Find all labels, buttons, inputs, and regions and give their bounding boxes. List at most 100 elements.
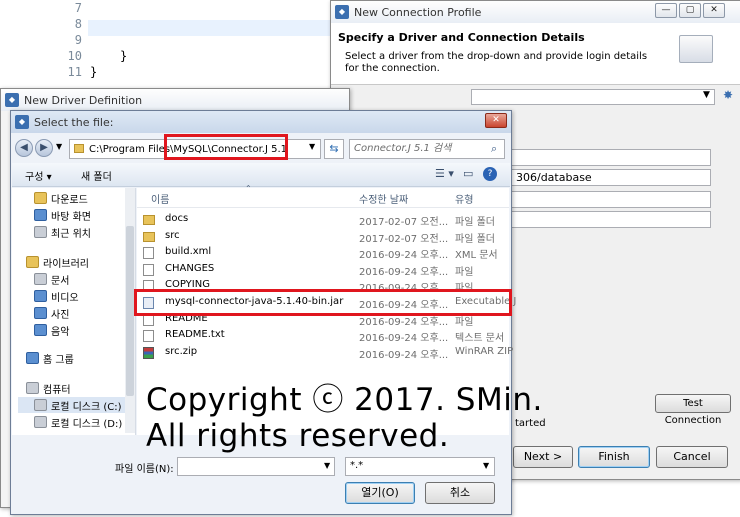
fold-icon bbox=[26, 256, 39, 268]
refresh-button[interactable]: ⇆ bbox=[324, 139, 344, 159]
file-row[interactable]: src.zip 2016-09-24 오후... WinRAR ZIP bbox=[137, 344, 513, 361]
dialog-description: Select a driver from the drop-down and p… bbox=[345, 51, 648, 74]
sort-chevron-icon: ⌃ bbox=[245, 184, 252, 193]
sidebar-item-label: 다운로드 bbox=[51, 194, 88, 206]
window-title: New Driver Definition bbox=[24, 93, 143, 107]
file-type: 파일 폴더 bbox=[455, 217, 495, 228]
sidebar-item[interactable]: 음악 bbox=[34, 322, 69, 338]
password-field[interactable] bbox=[511, 211, 711, 228]
file-dialog-close-button[interactable]: ✕ bbox=[485, 113, 507, 128]
edit-driver-icon[interactable]: ✸ bbox=[723, 88, 733, 102]
database-field[interactable] bbox=[511, 149, 711, 166]
folder-icon bbox=[74, 144, 84, 153]
search-placeholder: Connector.J 5.1 검색 bbox=[354, 143, 452, 154]
file-dialog-titlebar: ◆ Select the file: bbox=[11, 111, 511, 133]
maximize-button[interactable]: ▢ bbox=[679, 3, 701, 18]
url-field[interactable]: 306/database bbox=[511, 169, 711, 186]
file-row[interactable]: src 2017-02-07 오전... 파일 폴더 bbox=[137, 228, 507, 245]
driver-dropdown[interactable] bbox=[471, 89, 715, 105]
gray-icon bbox=[26, 382, 39, 394]
gray-icon bbox=[34, 273, 47, 285]
sidebar-item[interactable]: 다운로드 bbox=[34, 190, 88, 206]
close-button[interactable]: ✕ bbox=[703, 3, 725, 18]
next-button[interactable]: Next > bbox=[513, 446, 573, 468]
file-date: 2016-09-24 오후... bbox=[359, 333, 449, 345]
finish-button[interactable]: Finish bbox=[578, 446, 650, 468]
filter-value: *.* bbox=[350, 460, 364, 471]
help-icon[interactable]: ? bbox=[483, 167, 497, 181]
file-name: docs bbox=[165, 213, 189, 224]
file-name: src bbox=[165, 229, 180, 241]
window-icon: ◆ bbox=[5, 93, 19, 107]
file-cancel-button[interactable]: 취소 bbox=[425, 482, 495, 504]
filter-dropdown-icon[interactable]: ▼ bbox=[483, 461, 489, 470]
file-name: README.txt bbox=[165, 329, 225, 341]
cancel-button[interactable]: Cancel bbox=[656, 446, 728, 468]
filename-input[interactable] bbox=[177, 457, 335, 476]
sidebar-item[interactable]: 바탕 화면 bbox=[34, 207, 91, 223]
jar-highlight-box bbox=[134, 289, 512, 316]
file-row[interactable]: CHANGES 2016-09-24 오후... 파일 bbox=[137, 261, 507, 278]
file-row[interactable]: README.txt 2016-09-24 오후... 텍스트 문서 bbox=[137, 327, 507, 344]
sidebar-list: 다운로드바탕 화면 최근 위치라이브러리 문서비디오 사진 음악홈 그룹컴퓨터로컬 디스… bbox=[18, 188, 134, 433]
sidebar-item[interactable]: 컴퓨터 bbox=[26, 380, 71, 396]
line-number: 10 bbox=[67, 49, 82, 63]
new-folder-button[interactable]: 새 폴더 bbox=[81, 168, 112, 183]
file-type: 파일 폴더 bbox=[455, 233, 495, 245]
sidebar-item[interactable]: 비디오 bbox=[34, 288, 79, 304]
blue-icon bbox=[34, 324, 47, 336]
blue-icon bbox=[34, 307, 47, 319]
sidebar-item[interactable]: 사진 bbox=[34, 305, 69, 321]
sidebar-item[interactable]: 문서 bbox=[34, 271, 69, 287]
sidebar-item-label: 로컬 디스크 (C:) bbox=[51, 401, 122, 413]
organize-button[interactable]: 구성 ▾ bbox=[25, 168, 52, 183]
filename-dropdown-icon[interactable]: ▼ bbox=[324, 461, 330, 470]
folder-icon bbox=[34, 192, 47, 204]
dialog-heading: Specify a Driver and Connection Details bbox=[338, 31, 585, 44]
copyright-line-2: All rights reserved. bbox=[146, 418, 450, 454]
preview-pane-icon[interactable]: ▭ bbox=[463, 167, 473, 180]
sidebar-item[interactable]: 라이브러리 bbox=[26, 254, 89, 270]
forward-button[interactable]: ▶ bbox=[35, 139, 53, 157]
column-name[interactable]: 이름 bbox=[151, 191, 169, 206]
column-date[interactable]: 수정한 날짜 bbox=[359, 191, 408, 206]
blue-icon bbox=[34, 209, 47, 221]
file-row[interactable]: build.xml 2016-09-24 오후... XML 문서 bbox=[137, 244, 507, 261]
search-input[interactable]: Connector.J 5.1 검색 bbox=[349, 139, 505, 159]
column-type[interactable]: 유형 bbox=[455, 191, 473, 206]
back-button[interactable]: ◀ bbox=[15, 139, 33, 157]
file-row[interactable]: docs 2017-02-07 오전... 파일 폴더 bbox=[137, 211, 507, 228]
username-field[interactable] bbox=[511, 191, 711, 208]
file-date: 2017-02-07 오전... bbox=[359, 217, 449, 228]
code-editor bbox=[0, 0, 330, 90]
test-connection-button[interactable]: Test Connection bbox=[655, 394, 731, 426]
sidebar-item[interactable]: 최근 위치 bbox=[34, 224, 91, 240]
line-number: 11 bbox=[67, 65, 82, 79]
open-button[interactable]: 열기(O) bbox=[345, 482, 415, 504]
sidebar-item[interactable]: 로컬 디스크 (C:) bbox=[18, 397, 128, 413]
column-headers: 이름 ⌃ 수정한 날짜 유형 bbox=[137, 184, 509, 208]
line-number: 9 bbox=[74, 33, 82, 47]
dropdown-chevron-icon: ▼ bbox=[703, 90, 710, 100]
history-dropdown-icon[interactable]: ▼ bbox=[56, 142, 62, 151]
copyright-line-1: Copyright ⓒ 2017. SMin. bbox=[146, 382, 543, 418]
sidebar-item-label: 비디오 bbox=[51, 292, 79, 304]
sidebar-scroll-thumb[interactable] bbox=[126, 226, 134, 396]
view-options-icon[interactable]: ☰ ▾ bbox=[435, 167, 454, 180]
driver-definition-titlebar: ◆ New Driver Definition bbox=[1, 89, 349, 111]
minimize-button[interactable]: — bbox=[655, 3, 677, 18]
zip-icon bbox=[143, 346, 154, 359]
file-type-filter[interactable]: *.* bbox=[345, 457, 495, 476]
window-icon: ◆ bbox=[335, 5, 349, 19]
file-type: XML 문서 bbox=[455, 250, 498, 262]
file-date: 2016-09-24 오후... bbox=[359, 266, 449, 278]
address-dropdown-icon[interactable]: ▼ bbox=[309, 142, 315, 151]
window-title: New Connection Profile bbox=[354, 5, 482, 19]
url-text: 306/database bbox=[516, 171, 592, 184]
sidebar-item[interactable]: 로컬 디스크 (D:) bbox=[34, 414, 122, 430]
blue-icon bbox=[26, 352, 39, 364]
gray-icon bbox=[34, 399, 47, 411]
file-type: 파일 bbox=[455, 266, 474, 278]
sidebar-item[interactable]: 홈 그룹 bbox=[26, 350, 74, 366]
sidebar-item-label: 바탕 화면 bbox=[51, 211, 91, 223]
